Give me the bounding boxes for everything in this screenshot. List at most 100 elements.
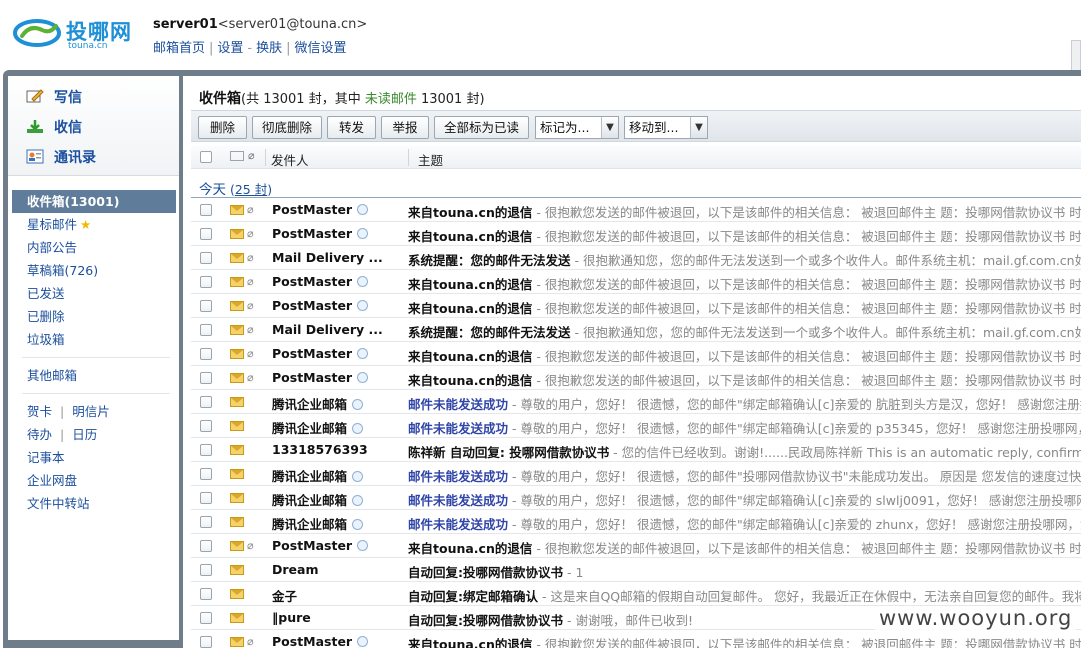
folder-inbox[interactable]: 收件箱(13001) [12,190,176,213]
table-row[interactable]: ⌀ Mail Delivery ... 系统提醒：您的邮件无法发送 - 很抱歉通知您… [191,318,1081,342]
table-row[interactable]: ⌀ PostMaster 来自touna.cn的退信 - 很抱歉您发送的邮件被退回，… [191,198,1081,222]
sender-cell[interactable]: ‖pure [272,610,407,625]
row-checkbox[interactable] [200,636,212,648]
receive-button[interactable]: 收信 [26,117,82,137]
move-to-select[interactable]: 移动到... ▼ [624,116,708,139]
table-row[interactable]: 腾讯企业邮箱 邮件未能发送成功 - 尊敬的用户，您好！ 很遗憾，您的邮件"绑定邮箱… [191,510,1081,534]
link-todo[interactable]: 待办 [27,427,52,442]
table-row[interactable]: ⌀ PostMaster 来自touna.cn的退信 - 很抱歉您发送的邮件被退回，… [191,630,1081,648]
forward-button[interactable]: 转发 [327,116,376,139]
table-row[interactable]: 腾讯企业邮箱 邮件未能发送成功 - 尊敬的用户，您好！ 很遗憾，您的邮件"绑定邮箱… [191,486,1081,510]
link-calendar[interactable]: 日历 [72,427,97,442]
subject-cell[interactable]: 邮件未能发送成功 - 尊敬的用户，您好！ 很遗憾，您的邮件"绑定邮箱确认[c]亲… [408,394,1081,413]
sender-cell[interactable]: Mail Delivery ... [272,250,407,265]
subject-cell[interactable]: 陈祥新 自动回复: 投哪网借款协议书 - 您的信件已经收到。谢谢!......民… [408,442,1081,461]
subject-column[interactable]: 主题 [418,150,443,169]
link-mail-home[interactable]: 邮箱首页 [153,41,205,56]
purge-button[interactable]: 彻底删除 [252,116,322,139]
folder-starred[interactable]: 星标邮件 ★ [12,213,176,236]
row-checkbox[interactable] [200,468,212,480]
table-row[interactable]: 腾讯企业邮箱 邮件未能发送成功 - 尊敬的用户，您好！ 很遗憾，您的邮件"投哪网借… [191,462,1081,486]
mark-all-read-button[interactable]: 全部标为已读 [434,116,529,139]
sender-cell[interactable]: PostMaster [272,370,407,385]
row-checkbox[interactable] [200,492,212,504]
delete-button[interactable]: 删除 [198,116,247,139]
sender-cell[interactable]: 腾讯企业邮箱 [272,514,407,533]
folder-other[interactable]: 其他邮箱 [12,364,176,387]
subject-cell[interactable]: 系统提醒：您的邮件无法发送 - 很抱歉通知您，您的邮件无法发送到一个或多个收件人… [408,322,1081,341]
sender-cell[interactable]: 腾讯企业邮箱 [272,418,407,437]
subject-cell[interactable]: 邮件未能发送成功 - 尊敬的用户，您好！ 很遗憾，您的邮件"绑定邮箱确认[c]亲… [408,514,1081,533]
table-row[interactable]: 金子 自动回复:绑定邮箱确认 - 这是来自QQ邮箱的假期自动回复邮件。 您好，我最… [191,582,1081,606]
row-checkbox[interactable] [200,204,212,216]
link-skin[interactable]: 换肤 [256,41,282,56]
subject-cell[interactable]: 邮件未能发送成功 - 尊敬的用户，您好！ 很遗憾，您的邮件"绑定邮箱确认[c]亲… [408,490,1081,509]
link-netdisk[interactable]: 企业网盘 [12,469,176,492]
row-checkbox[interactable] [200,324,212,336]
subject-cell[interactable]: 自动回复:投哪网借款协议书 - 1 [408,562,583,581]
folder-drafts[interactable]: 草稿箱(726) [12,259,176,282]
table-row[interactable]: ⌀ PostMaster 来自touna.cn的退信 - 很抱歉您发送的邮件被退回，… [191,222,1081,246]
link-notes[interactable]: 记事本 [12,446,176,469]
sender-cell[interactable]: PostMaster [272,202,407,217]
row-checkbox[interactable] [200,396,212,408]
table-row[interactable]: 腾讯企业邮箱 邮件未能发送成功 - 尊敬的用户，您好！ 很遗憾，您的邮件"绑定邮箱… [191,414,1081,438]
link-postcard[interactable]: 明信片 [72,404,110,419]
sender-cell[interactable]: 金子 [272,586,407,605]
table-row[interactable]: 13318576393 陈祥新 自动回复: 投哪网借款协议书 - 您的信件已经收到… [191,438,1081,462]
sender-cell[interactable]: PostMaster [272,226,407,241]
row-checkbox[interactable] [200,612,212,624]
subject-cell[interactable]: 来自touna.cn的退信 - 很抱歉您发送的邮件被退回，以下是该邮件的相关信息… [408,346,1081,365]
table-row[interactable]: ⌀ PostMaster 来自touna.cn的退信 - 很抱歉您发送的邮件被退回，… [191,270,1081,294]
row-checkbox[interactable] [200,276,212,288]
subject-cell[interactable]: 自动回复:投哪网借款协议书 - 谢谢哦，邮件已收到! [408,610,693,629]
table-row[interactable]: ⌀ Mail Delivery ... 系统提醒：您的邮件无法发送 - 很抱歉通知您… [191,246,1081,270]
row-checkbox[interactable] [200,588,212,600]
subject-cell[interactable]: 来自touna.cn的退信 - 很抱歉您发送的邮件被退回，以下是该邮件的相关信息… [408,634,1081,648]
table-row[interactable]: Dream 自动回复:投哪网借款协议书 - 1 [191,558,1081,582]
row-checkbox[interactable] [200,516,212,528]
sender-cell[interactable]: 腾讯企业邮箱 [272,466,407,485]
mark-as-select[interactable]: 标记为... ▼ [535,116,619,139]
row-checkbox[interactable] [200,300,212,312]
sender-cell[interactable]: PostMaster [272,346,407,361]
group-count[interactable]: 25 封 [235,182,267,197]
sender-cell[interactable]: 13318576393 [272,442,407,457]
sender-cell[interactable]: Dream [272,562,407,577]
row-checkbox[interactable] [200,444,212,456]
subject-cell[interactable]: 来自touna.cn的退信 - 很抱歉您发送的邮件被退回，以下是该邮件的相关信息… [408,202,1081,221]
report-button[interactable]: 举报 [381,116,429,139]
select-all-checkbox[interactable] [200,151,212,163]
table-row[interactable]: ⌀ PostMaster 来自touna.cn的退信 - 很抱歉您发送的邮件被退回，… [191,534,1081,558]
collapse-handle[interactable] [1071,40,1081,74]
sender-column[interactable]: 发件人 [271,150,309,169]
link-settings[interactable]: 设置 [217,41,243,56]
row-checkbox[interactable] [200,348,212,360]
row-checkbox[interactable] [200,540,212,552]
sender-cell[interactable]: PostMaster [272,298,407,313]
row-checkbox[interactable] [200,372,212,384]
sender-cell[interactable]: PostMaster [272,538,407,553]
row-checkbox[interactable] [200,420,212,432]
row-checkbox[interactable] [200,252,212,264]
row-checkbox[interactable] [200,564,212,576]
table-row[interactable]: ⌀ PostMaster 来自touna.cn的退信 - 很抱歉您发送的邮件被退回，… [191,366,1081,390]
subject-cell[interactable]: 自动回复:绑定邮箱确认 - 这是来自QQ邮箱的假期自动回复邮件。 您好，我最近正… [408,586,1081,605]
link-wechat-settings[interactable]: 微信设置 [295,41,347,56]
sender-cell[interactable]: 腾讯企业邮箱 [272,490,407,509]
sender-cell[interactable]: PostMaster [272,634,407,648]
link-file-transfer[interactable]: 文件中转站 [12,492,176,515]
row-checkbox[interactable] [200,228,212,240]
sender-cell[interactable]: Mail Delivery ... [272,322,407,337]
subject-cell[interactable]: 系统提醒：您的邮件无法发送 - 很抱歉通知您，您的邮件无法发送到一个或多个收件人… [408,250,1081,269]
link-card[interactable]: 贺卡 [27,404,52,419]
subject-cell[interactable]: 来自touna.cn的退信 - 很抱歉您发送的邮件被退回，以下是该邮件的相关信息… [408,274,1081,293]
subject-cell[interactable]: 邮件未能发送成功 - 尊敬的用户，您好！ 很遗憾，您的邮件"绑定邮箱确认[c]亲… [408,418,1081,437]
table-row[interactable]: 腾讯企业邮箱 邮件未能发送成功 - 尊敬的用户，您好！ 很遗憾，您的邮件"绑定邮箱… [191,390,1081,414]
subject-cell[interactable]: 邮件未能发送成功 - 尊敬的用户，您好！ 很遗憾，您的邮件"投哪网借款协议书"未… [408,466,1081,485]
contacts-button[interactable]: 通讯录 [26,147,96,167]
folder-deleted[interactable]: 已删除 [12,305,176,328]
table-row[interactable]: ⌀ PostMaster 来自touna.cn的退信 - 很抱歉您发送的邮件被退回，… [191,294,1081,318]
touna-logo[interactable]: 投哪网 touna.cn [12,16,142,54]
subject-cell[interactable]: 来自touna.cn的退信 - 很抱歉您发送的邮件被退回，以下是该邮件的相关信息… [408,538,1081,557]
